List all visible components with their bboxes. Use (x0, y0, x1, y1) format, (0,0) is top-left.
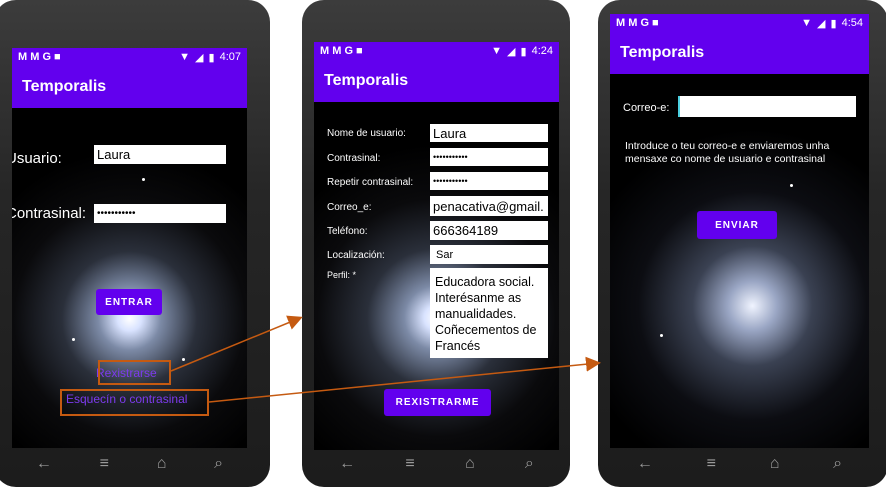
system-navbar: ← ≡ ⌂ ⌕ (610, 455, 869, 473)
back-icon[interactable]: ← (637, 455, 653, 473)
phone-recover: M M G ■ ▼ ◢ ▮ 4:54 Temporalis Correo-e: … (598, 0, 886, 487)
sparkle (660, 334, 663, 337)
perfil-textarea[interactable]: Educadora social. Interésanme as manuali… (430, 268, 548, 358)
telefono-label: Teléfono: (327, 226, 368, 237)
clock: 4:54 (841, 17, 863, 29)
login-screen: M M G ■ ▼ ◢ ▮ 4:07 Temporalis Usuario: L… (12, 48, 247, 448)
enviar-button[interactable]: ENVIAR (697, 211, 777, 239)
sparkle (142, 178, 145, 181)
home-icon[interactable]: ⌂ (157, 455, 167, 473)
battery-icon: ▮ (520, 45, 527, 58)
recover-screen: M M G ■ ▼ ◢ ▮ 4:54 Temporalis Correo-e: … (610, 14, 869, 448)
battery-icon: ▮ (208, 51, 215, 64)
wifi-icon: ▼ (179, 51, 191, 63)
register-screen: M M G ■ ▼ ◢ ▮ 4:24 Temporalis Nome de us… (314, 42, 559, 450)
localizacion-label: Localización: (327, 250, 385, 261)
phone-register: M M G ■ ▼ ◢ ▮ 4:24 Temporalis Nome de us… (302, 0, 570, 487)
contrasinal-input[interactable]: ••••••••••• (94, 204, 226, 223)
back-icon[interactable]: ← (36, 455, 52, 473)
menu-icon[interactable]: ≡ (100, 455, 109, 473)
clock: 4:07 (219, 51, 241, 63)
menu-icon[interactable]: ≡ (405, 455, 414, 473)
home-icon[interactable]: ⌂ (465, 455, 475, 473)
contrasinal-input[interactable]: ••••••••••• (430, 148, 548, 166)
signal-icon: ◢ (195, 51, 204, 64)
info-text: Introduce o teu correo-e e enviaremos un… (625, 140, 830, 165)
background-image: Nome de usuario: Laura Contrasinal: ••••… (314, 102, 559, 450)
sparkle (790, 184, 793, 187)
repetir-contrasinal-label: Repetir contrasinal: (327, 177, 414, 188)
esquecin-highlight-box (60, 389, 209, 416)
repetir-contrasinal-input[interactable]: ••••••••••• (430, 172, 548, 190)
app-title: Temporalis (610, 32, 869, 74)
nome-usuario-label: Nome de usuario: (327, 128, 406, 139)
contrasinal-label: Contrasinal: (327, 153, 381, 164)
usuario-label: Usuario: (12, 150, 62, 167)
signal-icon: ◢ (817, 17, 826, 30)
status-bar: M M G ■ ▼ ◢ ▮ 4:54 (610, 14, 869, 32)
correo-label: Correo_e: (327, 202, 372, 213)
nome-usuario-input[interactable]: Laura (430, 124, 548, 142)
status-bar: M M G ■ ▼ ◢ ▮ 4:07 (12, 48, 247, 66)
contrasinal-label: Contrasinal: (12, 205, 87, 222)
correo-input[interactable]: penacativa@gmail. (430, 196, 548, 216)
app-title: Temporalis (314, 60, 559, 102)
back-icon[interactable]: ← (339, 455, 355, 473)
search-icon[interactable]: ⌕ (833, 455, 842, 473)
home-icon[interactable]: ⌂ (770, 455, 780, 473)
search-icon[interactable]: ⌕ (214, 455, 223, 473)
correo-label: Correo-e: (623, 102, 670, 114)
entrar-button[interactable]: ENTRAR (96, 289, 162, 315)
telefono-input[interactable]: 666364189 (430, 221, 548, 240)
menu-icon[interactable]: ≡ (707, 455, 716, 473)
perfil-label: Perfil: * (327, 270, 357, 280)
sparkle (182, 358, 185, 361)
notification-icons: M M G ■ (18, 51, 61, 63)
system-navbar: ← ≡ ⌂ ⌕ (12, 455, 247, 473)
rexistrarme-button[interactable]: REXISTRARME (384, 389, 491, 416)
signal-icon: ◢ (507, 45, 516, 58)
localizacion-select[interactable]: Sar (430, 245, 548, 264)
clock: 4:24 (531, 45, 553, 57)
notification-icons: M M G ■ (320, 45, 363, 57)
wifi-icon: ▼ (491, 45, 503, 57)
system-navbar: ← ≡ ⌂ ⌕ (314, 455, 559, 473)
rexistrarse-highlight-box (98, 360, 171, 385)
usuario-input[interactable]: Laura (94, 145, 226, 164)
status-bar: M M G ■ ▼ ◢ ▮ 4:24 (314, 42, 559, 60)
notification-icons: M M G ■ (616, 17, 659, 29)
battery-icon: ▮ (830, 17, 837, 30)
wifi-icon: ▼ (801, 17, 813, 29)
app-title: Temporalis (12, 66, 247, 108)
search-icon[interactable]: ⌕ (525, 455, 534, 473)
sparkle (72, 338, 75, 341)
background-image: Correo-e: Introduce o teu correo-e e env… (610, 74, 869, 448)
correo-input[interactable] (678, 96, 856, 117)
